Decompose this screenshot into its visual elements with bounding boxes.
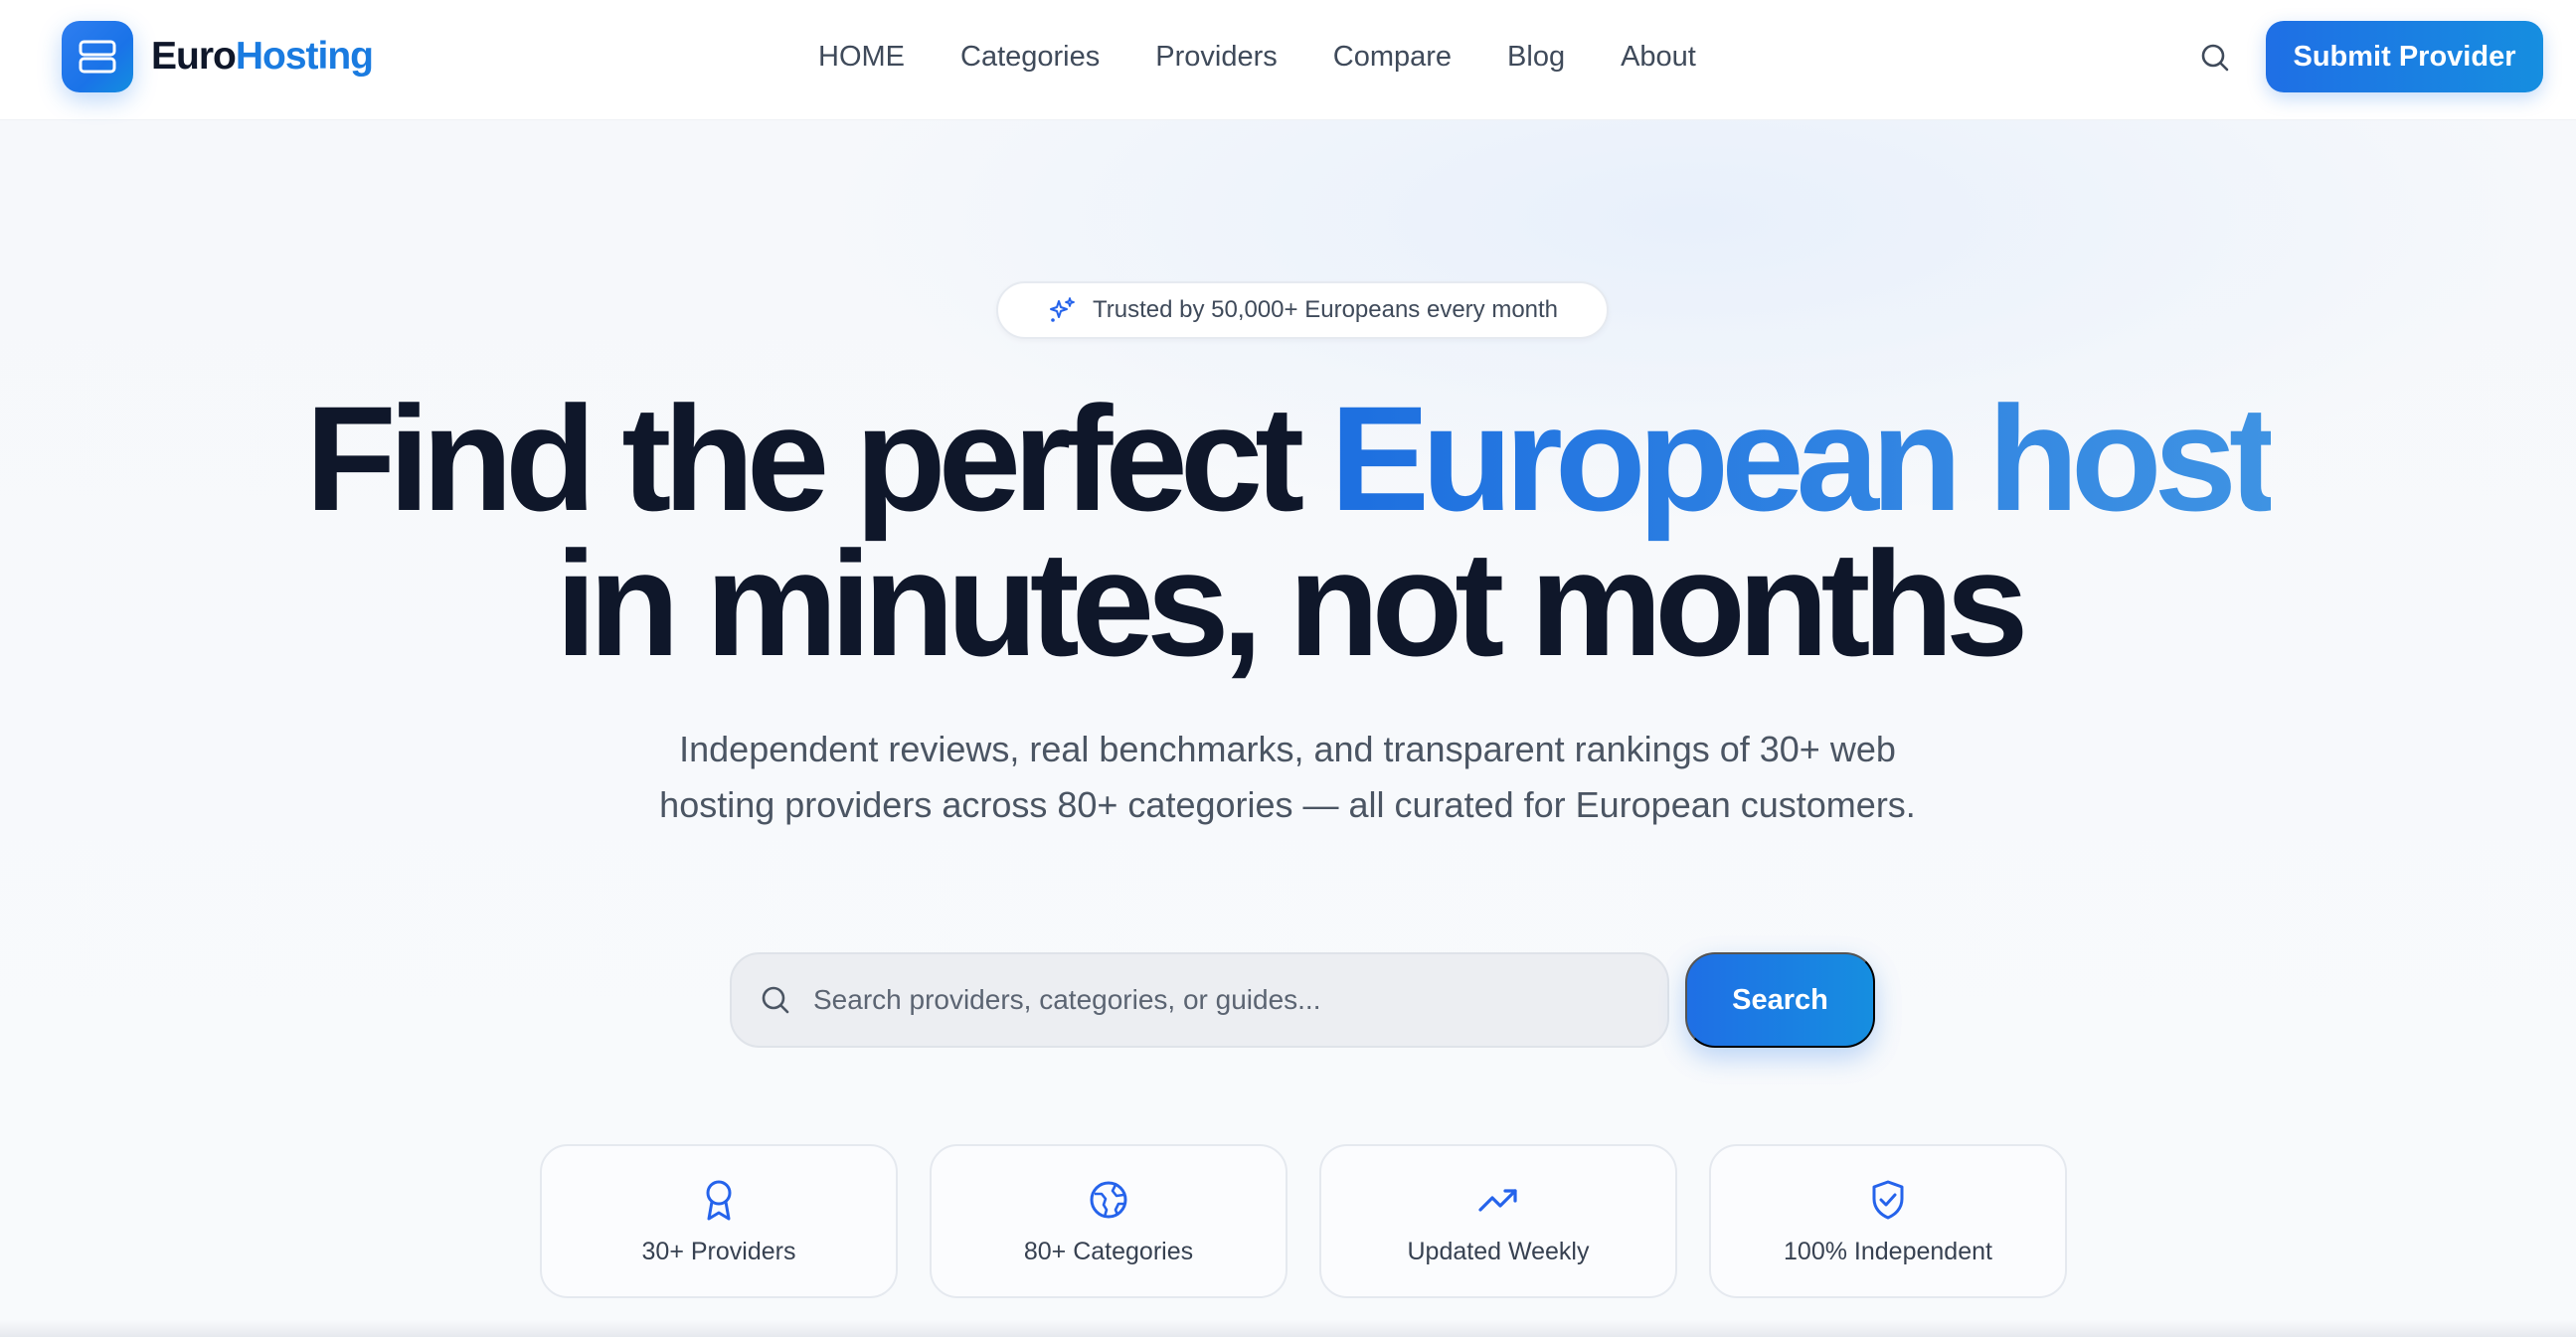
brand-name-euro: Euro [151,35,237,78]
headline-accent: European host [1329,375,2279,542]
hero-subtitle: Independent reviews, real benchmarks, an… [659,729,1916,825]
header-search-button[interactable] [2195,38,2235,78]
server-icon [62,21,133,92]
stat-label: 100% Independent [1784,1238,1992,1265]
stat-card-independent: 100% Independent [1709,1144,2067,1298]
nav-item-home[interactable]: HOME [818,37,905,77]
trust-badge-text: Trusted by 50,000+ Europeans every month [1092,296,1559,323]
nav-item-about[interactable]: About [1621,37,1696,77]
headline-plain: Find the perfect [305,375,1304,542]
search-button[interactable]: Search [1685,952,1875,1048]
nav-item-blog[interactable]: Blog [1507,37,1565,77]
section-divider [0,1320,2576,1337]
trending-up-icon [1477,1178,1519,1222]
submit-provider-button[interactable]: Submit Provider [2266,21,2543,92]
trust-badge: Trusted by 50,000+ Europeans every month [996,281,1609,339]
award-icon [702,1178,736,1222]
hero-search-box[interactable] [730,952,1669,1048]
stat-card-providers: 30+ Providers [540,1144,898,1298]
brand-name-hosting: Hosting [235,35,374,78]
stat-card-updated: Updated Weekly [1319,1144,1677,1298]
hero-headline: Find the perfect European host in minute… [0,384,2576,687]
main-nav: HOME Categories Providers Compare Blog A… [818,37,1696,77]
nav-item-providers[interactable]: Providers [1155,37,1278,77]
nav-item-categories[interactable]: Categories [960,37,1100,77]
site-header: EuroHosting HOME Categories Providers Co… [0,0,2576,120]
shield-check-icon [1870,1178,1906,1222]
headline-line-2: in minutes, not months [555,520,2029,687]
sparkles-icon [1047,295,1077,325]
brand-name: EuroHosting [151,35,374,79]
search-icon [2201,44,2229,72]
search-icon [760,984,791,1016]
stat-card-categories: 80+ Categories [930,1144,1288,1298]
globe-icon [1089,1178,1128,1222]
stat-label: 80+ Categories [1023,1238,1194,1265]
search-input[interactable] [813,984,1629,1016]
stat-label: 30+ Providers [641,1238,796,1265]
stat-label: Updated Weekly [1407,1238,1590,1265]
nav-item-compare[interactable]: Compare [1333,37,1452,77]
site-logo[interactable]: EuroHosting [62,21,374,92]
